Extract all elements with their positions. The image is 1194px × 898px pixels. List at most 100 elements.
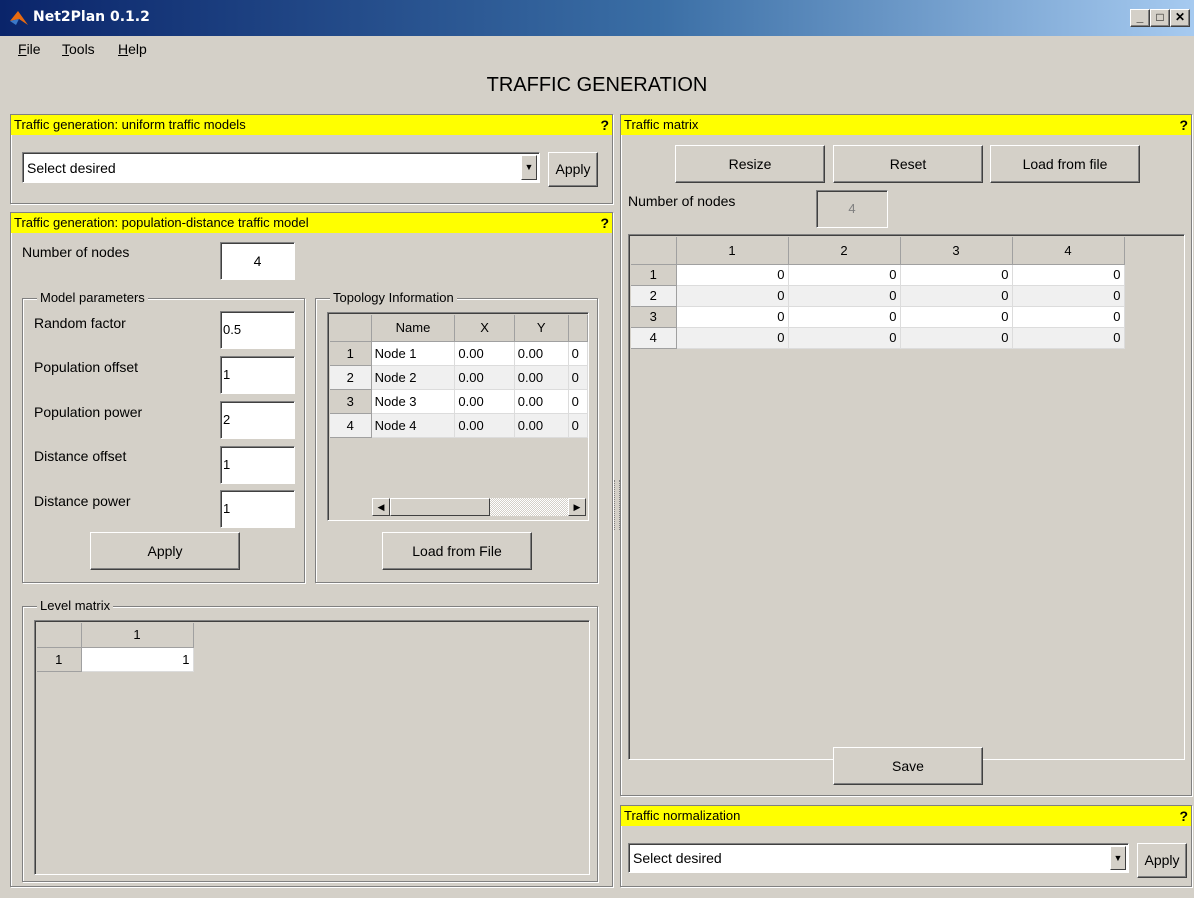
scroll-right-icon[interactable]: ▶ bbox=[568, 498, 586, 516]
traffic-cell[interactable]: 0 bbox=[1012, 327, 1125, 349]
table-row: 3 0 0 0 0 bbox=[631, 306, 1125, 328]
chevron-down-icon[interactable]: ▼ bbox=[521, 155, 537, 180]
traffic-cell[interactable]: 0 bbox=[900, 327, 1013, 349]
topology-load-button[interactable]: Load from File bbox=[382, 532, 532, 570]
model-parameters-legend: Model parameters bbox=[37, 290, 148, 305]
table-row: 1 1 bbox=[37, 647, 194, 672]
traffic-matrix-table: 1 2 3 4 1 0 0 0 0 2 0 0 0 0 3 0 0 0 0 4 bbox=[628, 234, 1185, 760]
topology-information-legend: Topology Information bbox=[330, 290, 457, 305]
scrollbar-track[interactable] bbox=[490, 498, 568, 516]
load-from-file-button[interactable]: Load from file bbox=[990, 145, 1140, 183]
uniform-apply-button[interactable]: Apply bbox=[548, 152, 598, 187]
nodes-count-field[interactable]: 4 bbox=[220, 242, 295, 280]
node-x-cell[interactable]: 0.00 bbox=[454, 341, 515, 366]
help-icon[interactable]: ? bbox=[1179, 115, 1188, 135]
node-x-cell[interactable]: 0.00 bbox=[454, 365, 515, 390]
node-extra-cell[interactable]: 0 bbox=[568, 365, 588, 390]
traffic-cell[interactable]: 0 bbox=[1012, 285, 1125, 307]
topology-col-y[interactable]: Y bbox=[514, 315, 569, 342]
node-extra-cell[interactable]: 0 bbox=[568, 389, 588, 414]
node-name-cell[interactable]: Node 4 bbox=[371, 413, 456, 438]
traffic-cell[interactable]: 0 bbox=[676, 327, 789, 349]
traffic-col-header[interactable]: 3 bbox=[900, 237, 1013, 265]
scroll-left-icon[interactable]: ◀ bbox=[372, 498, 390, 516]
uniform-traffic-header: Traffic generation: uniform traffic mode… bbox=[11, 115, 612, 135]
node-y-cell[interactable]: 0.00 bbox=[514, 413, 569, 438]
topology-col-extra bbox=[568, 315, 588, 342]
title-bar bbox=[0, 0, 1194, 36]
population-distance-title: Traffic generation: population-distance … bbox=[14, 215, 309, 230]
node-extra-cell[interactable]: 0 bbox=[568, 413, 588, 438]
reset-button[interactable]: Reset bbox=[833, 145, 983, 183]
node-y-cell[interactable]: 0.00 bbox=[514, 341, 569, 366]
help-icon[interactable]: ? bbox=[600, 213, 609, 233]
random-factor-field[interactable]: 0.5 bbox=[220, 311, 295, 349]
model-apply-button[interactable]: Apply bbox=[90, 532, 240, 570]
traffic-cell[interactable]: 0 bbox=[788, 306, 901, 328]
node-name-cell[interactable]: Node 2 bbox=[371, 365, 456, 390]
population-offset-field[interactable]: 1 bbox=[220, 356, 295, 394]
population-distance-header: Traffic generation: population-distance … bbox=[11, 213, 612, 233]
matlab-logo-icon bbox=[10, 11, 28, 25]
chevron-down-icon[interactable]: ▼ bbox=[1110, 846, 1126, 870]
table-row: 2 Node 2 0.00 0.00 0 bbox=[330, 365, 588, 390]
traffic-cell[interactable]: 0 bbox=[676, 285, 789, 307]
traffic-corner-cell bbox=[631, 237, 677, 265]
save-button[interactable]: Save bbox=[833, 747, 983, 785]
traffic-cell[interactable]: 0 bbox=[1012, 264, 1125, 286]
page-title: TRAFFIC GENERATION bbox=[486, 74, 708, 96]
maximize-button[interactable]: □ bbox=[1150, 9, 1170, 27]
table-row: 2 0 0 0 0 bbox=[631, 285, 1125, 307]
node-x-cell[interactable]: 0.00 bbox=[454, 413, 515, 438]
population-power-label: Population power bbox=[34, 404, 143, 420]
population-offset-label: Population offset bbox=[34, 359, 139, 375]
close-button[interactable]: ✕ bbox=[1170, 9, 1190, 27]
traffic-col-header[interactable]: 4 bbox=[1012, 237, 1125, 265]
distance-offset-field[interactable]: 1 bbox=[220, 446, 295, 484]
traffic-cell[interactable]: 0 bbox=[676, 306, 789, 328]
node-extra-cell[interactable]: 0 bbox=[568, 341, 588, 366]
traffic-col-header[interactable]: 1 bbox=[676, 237, 789, 265]
minimize-button[interactable]: _ bbox=[1130, 9, 1150, 27]
traffic-normalization-header: Traffic normalization ? bbox=[621, 806, 1191, 826]
topology-horizontal-scrollbar[interactable]: ◀ ▶ bbox=[372, 498, 586, 516]
level-col-header[interactable]: 1 bbox=[81, 623, 194, 648]
menu-help[interactable]: Help bbox=[118, 41, 147, 57]
row-index: 2 bbox=[631, 285, 677, 307]
menu-bar bbox=[0, 36, 1194, 60]
distance-power-field[interactable]: 1 bbox=[220, 490, 295, 528]
distance-offset-label: Distance offset bbox=[34, 448, 127, 464]
topology-col-x[interactable]: X bbox=[454, 315, 515, 342]
help-icon[interactable]: ? bbox=[1179, 806, 1188, 826]
uniform-model-select[interactable]: Select desired ▼ bbox=[22, 152, 540, 183]
traffic-col-header[interactable]: 2 bbox=[788, 237, 901, 265]
traffic-cell[interactable]: 0 bbox=[1012, 306, 1125, 328]
resize-button[interactable]: Resize bbox=[675, 145, 825, 183]
normalization-select[interactable]: Select desired ▼ bbox=[628, 843, 1129, 873]
traffic-cell[interactable]: 0 bbox=[900, 264, 1013, 286]
row-index: 1 bbox=[330, 341, 372, 366]
traffic-cell[interactable]: 0 bbox=[788, 285, 901, 307]
menu-tools[interactable]: Tools bbox=[62, 41, 95, 57]
menu-file[interactable]: File bbox=[18, 41, 41, 57]
traffic-cell[interactable]: 0 bbox=[788, 264, 901, 286]
node-name-cell[interactable]: Node 3 bbox=[371, 389, 456, 414]
row-index: 1 bbox=[631, 264, 677, 286]
level-matrix-legend: Level matrix bbox=[37, 598, 114, 613]
table-row: 4 Node 4 0.00 0.00 0 bbox=[330, 413, 588, 438]
node-x-cell[interactable]: 0.00 bbox=[454, 389, 515, 414]
topology-col-name[interactable]: Name bbox=[371, 315, 456, 342]
node-name-cell[interactable]: Node 1 bbox=[371, 341, 456, 366]
normalization-apply-button[interactable]: Apply bbox=[1137, 843, 1187, 878]
node-y-cell[interactable]: 0.00 bbox=[514, 365, 569, 390]
scrollbar-thumb[interactable] bbox=[390, 498, 490, 516]
traffic-cell[interactable]: 0 bbox=[788, 327, 901, 349]
traffic-cell[interactable]: 0 bbox=[676, 264, 789, 286]
row-index: 1 bbox=[37, 647, 82, 672]
traffic-cell[interactable]: 0 bbox=[900, 306, 1013, 328]
help-icon[interactable]: ? bbox=[600, 115, 609, 135]
node-y-cell[interactable]: 0.00 bbox=[514, 389, 569, 414]
population-power-field[interactable]: 2 bbox=[220, 401, 295, 439]
traffic-cell[interactable]: 0 bbox=[900, 285, 1013, 307]
level-cell[interactable]: 1 bbox=[81, 647, 194, 672]
